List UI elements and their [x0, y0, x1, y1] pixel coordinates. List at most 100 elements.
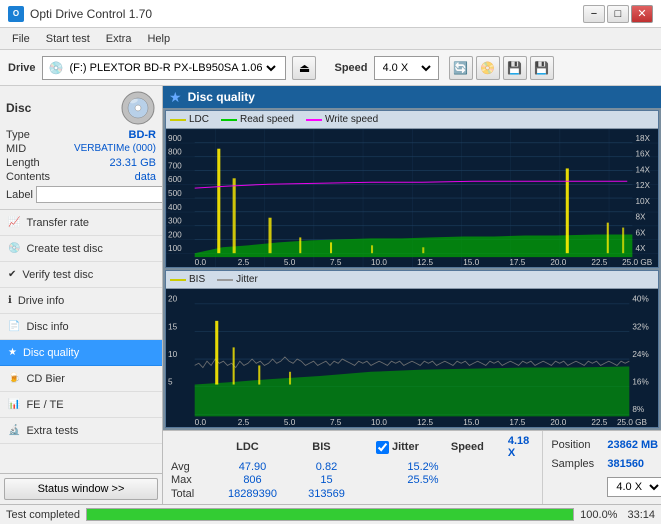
verify-test-disc-icon: ✔: [8, 269, 16, 280]
disc-length-row: Length 23.31 GB: [6, 156, 156, 170]
nav-item-create-test-disc[interactable]: 💿 Create test disc: [0, 236, 162, 262]
svg-text:500: 500: [168, 189, 182, 198]
svg-text:0.0: 0.0: [195, 417, 207, 427]
disc-contents-row: Contents data: [6, 170, 156, 184]
svg-text:22.5: 22.5: [591, 258, 607, 267]
drive-hdd-icon: 💿: [49, 61, 64, 75]
svg-text:7.5: 7.5: [330, 417, 342, 427]
menu-help[interactable]: Help: [139, 31, 178, 47]
jitter-checkbox[interactable]: [376, 441, 389, 454]
svg-text:8%: 8%: [632, 404, 644, 414]
svg-text:15.0: 15.0: [463, 258, 479, 267]
disc-contents-label: Contents: [6, 171, 50, 183]
minimize-button[interactable]: −: [583, 5, 605, 23]
svg-text:800: 800: [168, 148, 182, 157]
svg-text:20: 20: [168, 294, 177, 304]
svg-text:10.0: 10.0: [371, 258, 387, 267]
disc-quality-icon: ★: [8, 347, 17, 358]
read-speed-legend-label: Read speed: [240, 114, 294, 125]
create-test-disc-icon: 💿: [8, 243, 20, 254]
maximize-button[interactable]: □: [607, 5, 629, 23]
nav-item-drive-info[interactable]: ℹ Drive info: [0, 288, 162, 314]
bis-col-header: BIS: [299, 441, 344, 453]
ldc-legend-color: [170, 119, 186, 121]
disc-mid-label: MID: [6, 143, 26, 155]
svg-text:300: 300: [168, 217, 182, 226]
svg-text:400: 400: [168, 203, 182, 212]
svg-text:10.0: 10.0: [371, 417, 387, 427]
disc-label-input[interactable]: [36, 186, 163, 203]
svg-text:25.0 GB: 25.0 GB: [617, 417, 647, 427]
close-button[interactable]: ✕: [631, 5, 653, 23]
fe-te-label: FE / TE: [26, 399, 63, 411]
verify-test-disc-label: Verify test disc: [22, 269, 93, 281]
svg-text:17.5: 17.5: [509, 258, 525, 267]
scan-button[interactable]: 📀: [476, 56, 500, 80]
avg-bis-value: 0.82: [304, 461, 349, 473]
disc-type-row: Type BD-R: [6, 128, 156, 142]
menu-file[interactable]: File: [4, 31, 38, 47]
disc-info-label: Disc info: [26, 321, 68, 333]
svg-text:18X: 18X: [635, 134, 650, 143]
svg-text:5.0: 5.0: [284, 417, 296, 427]
svg-text:32%: 32%: [632, 321, 649, 331]
disc-info-icon: 📄: [8, 321, 20, 332]
status-window-button[interactable]: Status window >>: [4, 478, 158, 500]
cd-bier-label: CD Bier: [26, 373, 65, 385]
svg-text:900: 900: [168, 134, 182, 143]
nav-item-transfer-rate[interactable]: 📈 Transfer rate: [0, 210, 162, 236]
burn-button[interactable]: 💾: [503, 56, 527, 80]
svg-text:20.0: 20.0: [550, 258, 566, 267]
drive-label: Drive: [8, 62, 36, 74]
svg-text:700: 700: [168, 162, 182, 171]
total-bis-value: 313569: [304, 488, 349, 500]
speed-select[interactable]: 4.0 X: [379, 61, 434, 75]
svg-text:7.5: 7.5: [330, 258, 342, 267]
eject-button[interactable]: ⏏: [292, 56, 316, 80]
nav-item-extra-tests[interactable]: 🔬 Extra tests: [0, 418, 162, 444]
jitter-col-header: Jitter: [392, 441, 419, 453]
transfer-rate-label: Transfer rate: [26, 217, 89, 229]
svg-text:10: 10: [168, 349, 177, 359]
nav-item-verify-test-disc[interactable]: ✔ Verify test disc: [0, 262, 162, 288]
svg-text:200: 200: [168, 231, 182, 240]
fe-te-icon: 📊: [8, 399, 20, 410]
svg-text:2.5: 2.5: [238, 258, 250, 267]
status-completed-text: Test completed: [6, 509, 80, 521]
disc-icon: [120, 90, 156, 126]
disc-mid-row: MID VERBATIMe (000): [6, 142, 156, 156]
svg-text:6X: 6X: [635, 229, 646, 238]
drive-select[interactable]: (F:) PLEXTOR BD-R PX-LB950SA 1.06: [65, 61, 279, 75]
disc-type-label: Type: [6, 129, 30, 141]
progress-bar-container: [86, 508, 574, 521]
save-button[interactable]: 💾: [530, 56, 554, 80]
position-value: 23862 MB: [607, 439, 658, 451]
menu-extra[interactable]: Extra: [98, 31, 140, 47]
refresh-button[interactable]: 🔄: [449, 56, 473, 80]
nav-item-fe-te[interactable]: 📊 FE / TE: [0, 392, 162, 418]
menu-starttest[interactable]: Start test: [38, 31, 98, 47]
nav-item-disc-quality[interactable]: ★ Disc quality: [0, 340, 162, 366]
nav-item-cd-bier[interactable]: 🍺 CD Bier: [0, 366, 162, 392]
svg-text:5: 5: [168, 376, 173, 386]
svg-text:2.5: 2.5: [238, 417, 250, 427]
svg-text:25.0 GB: 25.0 GB: [622, 258, 652, 267]
progress-percent-text: 100.0%: [580, 509, 617, 521]
svg-text:24%: 24%: [632, 349, 649, 359]
disc-quality-header-icon: ★: [169, 89, 182, 106]
disc-contents-value: data: [135, 171, 156, 183]
speed-setting-select[interactable]: 4.0 X: [608, 480, 661, 494]
drive-info-icon: ℹ: [8, 295, 12, 306]
avg-ldc-value: 47.90: [225, 461, 280, 473]
nav-item-disc-info[interactable]: 📄 Disc info: [0, 314, 162, 340]
svg-text:12X: 12X: [635, 181, 650, 190]
create-test-disc-label: Create test disc: [26, 243, 102, 255]
position-label: Position: [551, 439, 603, 451]
samples-value: 381560: [607, 458, 644, 470]
avg-label: Avg: [171, 461, 201, 473]
svg-text:14X: 14X: [635, 166, 650, 175]
svg-text:15: 15: [168, 321, 177, 331]
disc-label-row: Label ✏: [6, 184, 156, 205]
jitter-legend-color: [217, 279, 233, 281]
write-speed-legend-color: [306, 119, 322, 121]
